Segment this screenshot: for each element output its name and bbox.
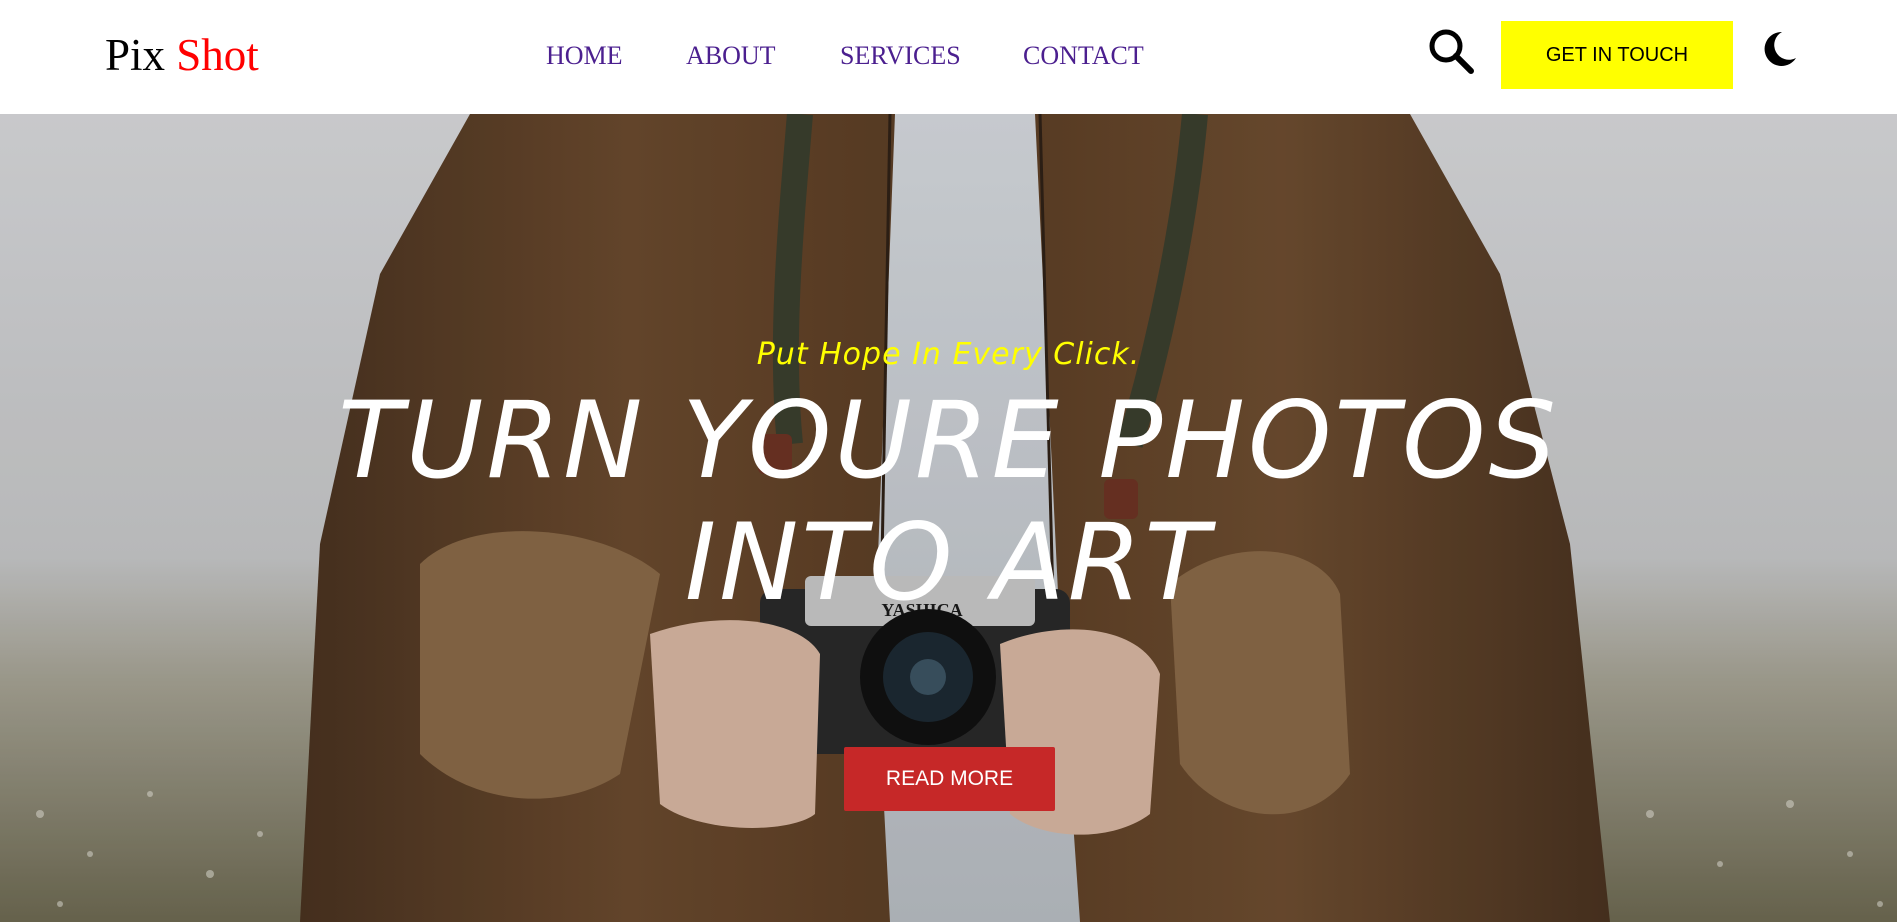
nav-item-services[interactable]: SERVICES — [840, 38, 961, 74]
site-header: Pix Shot HOME ABOUT SERVICES CONTACT GET… — [0, 0, 1897, 114]
hero-content: Put Hope In Every Click. TURN YOURE PHOT… — [0, 114, 1897, 922]
hero-title: TURN YOURE PHOTOS INTO ART — [338, 379, 1559, 624]
logo-text-shot: Shot — [176, 30, 259, 80]
nav-item-about[interactable]: ABOUT — [686, 38, 776, 74]
nav-item-home[interactable]: HOME — [546, 38, 623, 74]
moon-icon — [1764, 31, 1796, 66]
site-logo[interactable]: Pix Shot — [105, 28, 259, 82]
search-button[interactable] — [1426, 26, 1476, 76]
read-more-button[interactable]: READ MORE — [844, 747, 1055, 811]
hero-section: YASHICA Put Hope In Every Click. TURN YO… — [0, 114, 1897, 922]
logo-text-pix: Pix — [105, 30, 166, 80]
nav-item-contact[interactable]: CONTACT — [1023, 38, 1144, 74]
get-in-touch-button[interactable]: GET IN TOUCH — [1501, 21, 1733, 89]
theme-toggle-button[interactable] — [1758, 28, 1800, 70]
hero-tagline: Put Hope In Every Click. — [756, 337, 1141, 372]
search-icon — [1429, 29, 1474, 74]
